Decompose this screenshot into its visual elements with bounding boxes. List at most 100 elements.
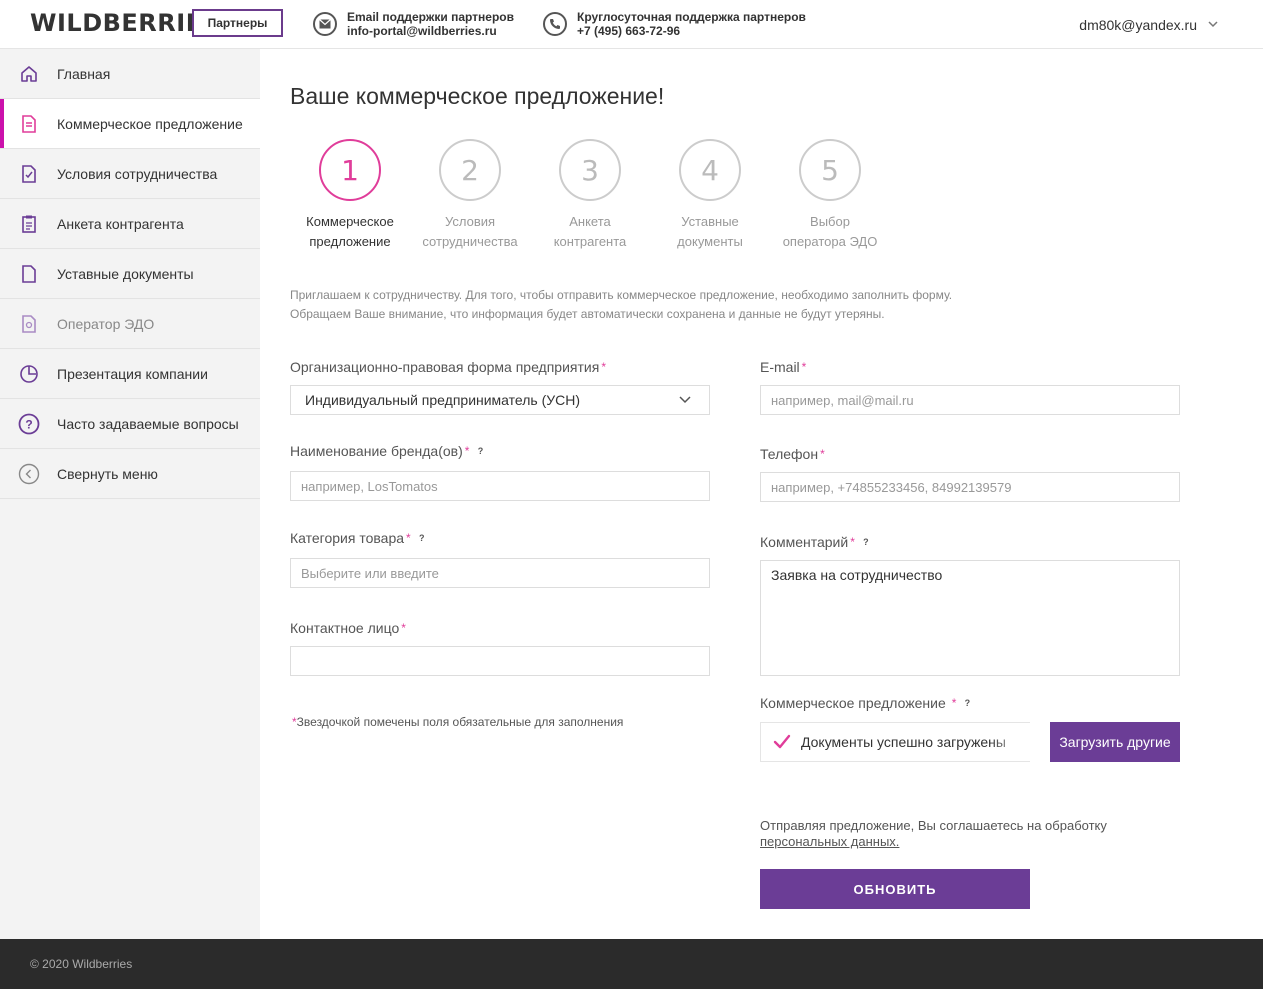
email-input[interactable]: например, mail@mail.ru	[760, 385, 1180, 415]
required-mark: *	[406, 531, 411, 545]
chevron-down-icon	[679, 396, 691, 404]
page-title: Ваше коммерческое предложение!	[290, 83, 665, 109]
sidebar-item-label: Анкета контрагента	[57, 215, 184, 232]
intro-line: Приглашаем к сотрудничеству. Для того, ч…	[290, 288, 953, 302]
upload-other-button[interactable]: Загрузить другие	[1050, 722, 1180, 762]
category-input[interactable]: Выберите или введите	[290, 558, 710, 588]
step-label: Анкета	[569, 214, 611, 229]
sidebar-item-home[interactable]: Главная	[0, 49, 260, 99]
label-text: Контактное лицо	[290, 620, 400, 636]
upload-status: Документы успешно загружены	[760, 722, 1030, 762]
top-header: WILDBERRIES Партнеры Email поддержки пар…	[0, 0, 1263, 49]
step-number: 2	[439, 139, 501, 201]
intro-line: Обращаем Ваше внимание, что информация б…	[290, 307, 885, 321]
document-icon	[18, 113, 40, 135]
label-text: Телефон	[760, 446, 819, 462]
help-icon[interactable]: ?	[961, 697, 973, 709]
text-fade	[990, 723, 1030, 761]
sidebar-item-terms[interactable]: Условия сотрудничества	[0, 149, 260, 199]
label-text: Наименование бренда(ов)	[290, 443, 463, 459]
help-icon[interactable]: ?	[416, 532, 428, 544]
pie-chart-icon	[18, 363, 40, 385]
step-2[interactable]: 2 Условия сотрудничества	[410, 139, 530, 252]
home-icon	[18, 63, 40, 85]
sidebar-item-label: Уставные документы	[57, 265, 194, 282]
required-mark: *	[464, 444, 470, 458]
help-icon[interactable]: ?	[860, 536, 872, 548]
step-label: сотрудничества	[422, 234, 518, 249]
envelope-icon	[313, 12, 337, 36]
sidebar-item-presentation[interactable]: Презентация компании	[0, 349, 260, 399]
step-4[interactable]: 4 Уставные документы	[650, 139, 770, 252]
sidebar-item-statutory-documents[interactable]: Уставные документы	[0, 249, 260, 299]
phone-support: Круглосуточная поддержка партнеров +7 (4…	[543, 10, 806, 38]
step-1[interactable]: 1 Коммерческое предложение	[290, 139, 410, 252]
sidebar-item-label: Коммерческое предложение	[57, 115, 243, 132]
consent-text: Отправляя предложение, Вы соглашаетесь н…	[760, 818, 1107, 850]
org-form-value: Индивидуальный предприниматель (УСН)	[305, 392, 581, 408]
label-text: E-mail	[760, 359, 800, 375]
upload-status-text: Документы успешно загружены	[801, 734, 1006, 750]
label-text: Категория товара	[290, 530, 405, 546]
user-menu[interactable]: dm80k@yandex.ru	[1079, 17, 1197, 33]
email-support-value[interactable]: info-portal@wildberries.ru	[347, 24, 514, 38]
category-label: Категория товара *?	[290, 530, 428, 546]
edo-icon	[18, 313, 40, 335]
phone-icon	[543, 12, 567, 36]
step-label: предложение	[309, 234, 391, 249]
sidebar-item-faq[interactable]: ? Часто задаваемые вопросы	[0, 399, 260, 449]
step-label: Условия	[444, 214, 496, 229]
sidebar-item-label: Главная	[57, 65, 111, 82]
label-text: Комментарий	[760, 534, 849, 550]
required-note-text: Звездочкой помечены поля обязательные дл…	[296, 715, 624, 729]
phone-input[interactable]: например, +74855233456, 84992139579	[760, 472, 1180, 502]
sidebar-item-label: Свернуть меню	[57, 465, 158, 482]
phone-label: Телефон *	[760, 446, 825, 462]
step-number: 5	[799, 139, 861, 201]
sidebar-item-label: Условия сотрудничества	[57, 165, 218, 182]
required-note: *Звездочкой помечены поля обязательные д…	[290, 715, 623, 729]
update-button[interactable]: ОБНОВИТЬ	[760, 869, 1030, 909]
email-support: Email поддержки партнеров info-portal@wi…	[313, 10, 514, 38]
checkmark-icon	[773, 734, 791, 749]
sidebar-item-collapse[interactable]: Свернуть меню	[0, 449, 260, 499]
question-icon: ?	[18, 413, 40, 435]
step-label: Выбор	[810, 214, 850, 229]
step-label: документы	[677, 234, 743, 249]
brand-input[interactable]: например, LosTomatos	[290, 471, 710, 501]
step-5[interactable]: 5 Выбор оператора ЭДО	[770, 139, 890, 252]
sidebar: Главная Коммерческое предложение Условия…	[0, 49, 260, 939]
required-mark: *	[850, 535, 855, 549]
personal-data-link[interactable]: персональных данных.	[760, 834, 899, 849]
consent-line: Отправляя предложение, Вы соглашаетесь н…	[760, 818, 1107, 833]
svg-text:?: ?	[25, 417, 32, 431]
email-label: E-mail *	[760, 359, 806, 375]
sidebar-item-label: Оператор ЭДО	[57, 315, 155, 332]
contact-label: Контактное лицо *	[290, 620, 406, 636]
step-label: оператора ЭДО	[782, 234, 878, 249]
required-mark: *	[601, 360, 606, 374]
sidebar-item-commercial-offer[interactable]: Коммерческое предложение	[0, 99, 260, 149]
partners-button[interactable]: Партнеры	[192, 9, 283, 37]
phone-support-title: Круглосуточная поддержка партнеров	[577, 10, 806, 24]
help-icon[interactable]: ?	[474, 445, 486, 457]
sidebar-item-edo-operator[interactable]: Оператор ЭДО	[0, 299, 260, 349]
intro-text: Приглашаем к сотрудничеству. Для того, ч…	[290, 286, 952, 324]
checklist-icon	[18, 163, 40, 185]
phone-support-value[interactable]: +7 (495) 663-72-96	[577, 24, 806, 38]
step-label: Коммерческое	[306, 214, 394, 229]
footer: © 2020 Wildberries	[0, 939, 1263, 989]
contact-input[interactable]	[290, 646, 710, 676]
required-mark: *	[951, 696, 957, 710]
step-label: Уставные	[681, 214, 739, 229]
sidebar-item-counterparty-form[interactable]: Анкета контрагента	[0, 199, 260, 249]
org-form-select[interactable]: Индивидуальный предприниматель (УСН)	[290, 385, 710, 415]
comment-textarea[interactable]: Заявка на сотрудничество	[760, 560, 1180, 676]
step-3[interactable]: 3 Анкета контрагента	[530, 139, 650, 252]
sidebar-item-label: Презентация компании	[57, 365, 208, 382]
chevron-down-icon[interactable]	[1207, 17, 1219, 31]
label-text: Организационно-правовая форма предприяти…	[290, 359, 600, 375]
clipboard-icon	[18, 213, 40, 235]
main-content: Ваше коммерческое предложение! 1 Коммерч…	[260, 49, 1263, 939]
required-mark: *	[401, 621, 406, 635]
